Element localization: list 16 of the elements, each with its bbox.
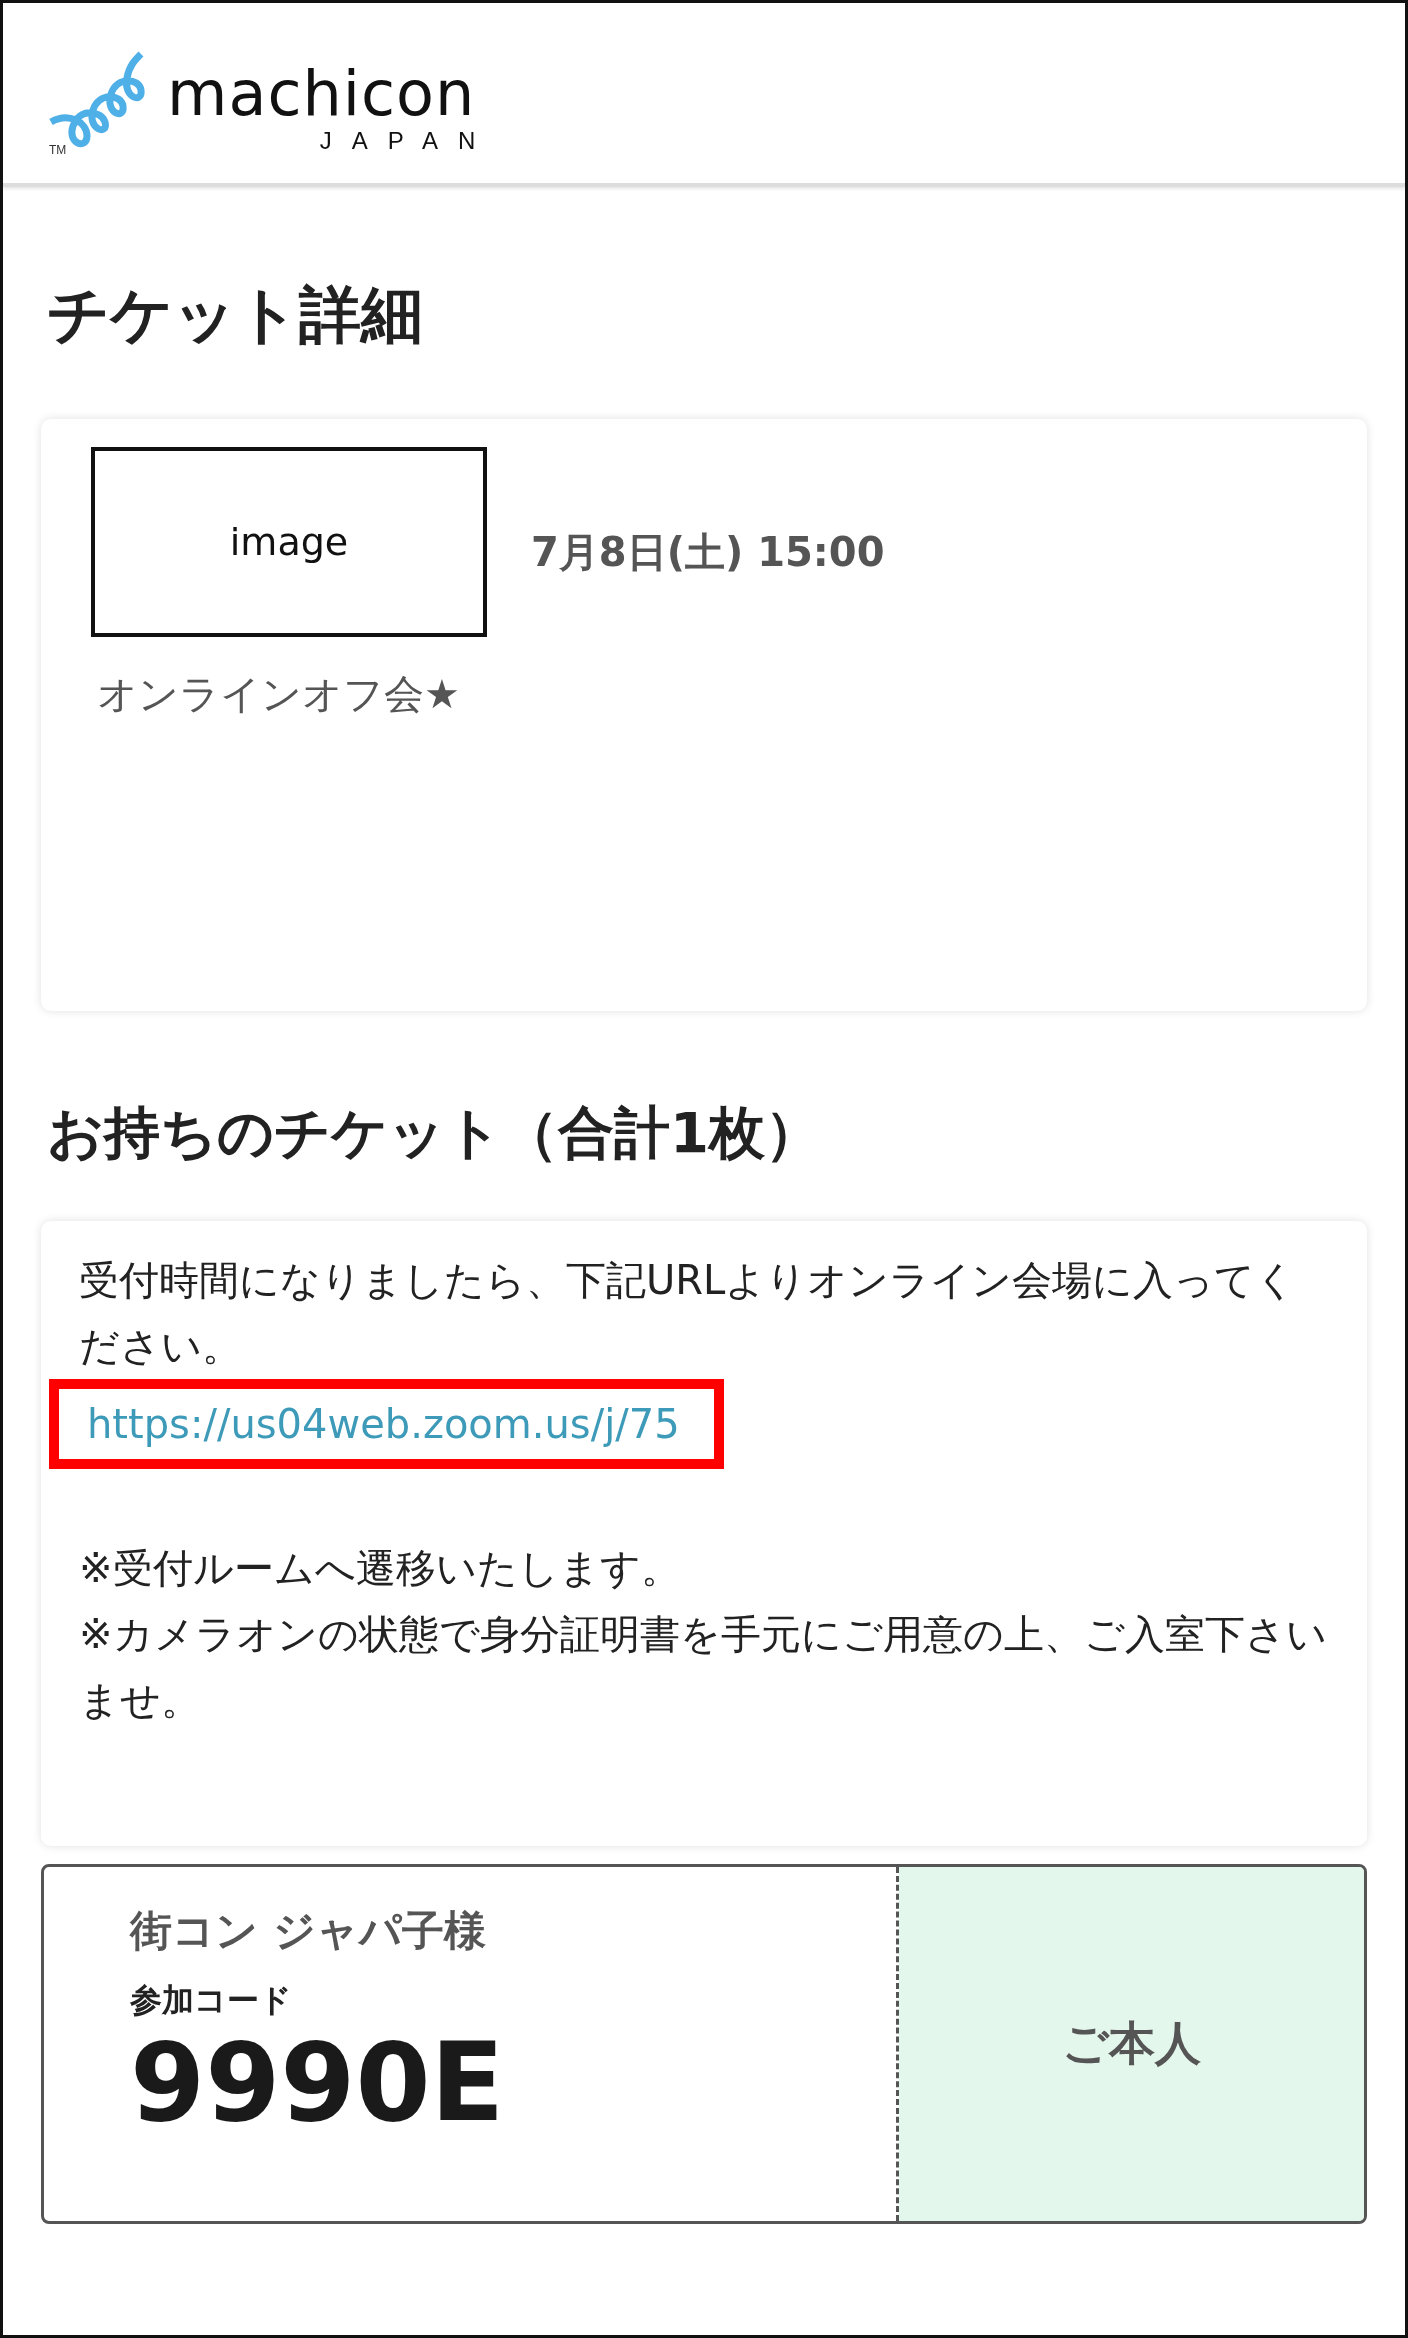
- meeting-link[interactable]: https://us04web.zoom.us/j/75: [49, 1379, 724, 1469]
- event-title: オンラインオフ会★: [96, 670, 461, 719]
- note-text: ※カメラオンの状態で身分証明書を手元にご用意の上、ご入室下さいませ。: [79, 1610, 1328, 1725]
- note-text: ※受付ルームへ遷移いたします。: [79, 1544, 682, 1593]
- code-label: 参加コード: [130, 1980, 293, 2021]
- trademark-label: TM: [49, 142, 67, 157]
- image-placeholder-label: image: [229, 520, 349, 564]
- logo-subtitle: JAPAN: [319, 126, 496, 155]
- event-date: 7月8日(土) 15:00: [531, 527, 885, 577]
- participation-code: 9990E: [130, 2023, 506, 2143]
- section-heading: お持ちのチケット（合計1枚）: [47, 1099, 822, 1167]
- notice-text: 受付時間になりましたら、下記URLよりオンライン会場に入ってください。: [79, 1256, 1298, 1371]
- logo-wordmark: machicon: [167, 60, 476, 127]
- status-label: ご本人: [1062, 2015, 1201, 2072]
- page-title: チケット詳細: [47, 277, 424, 353]
- holder-name: 街コン ジャパ子様: [130, 1905, 487, 1957]
